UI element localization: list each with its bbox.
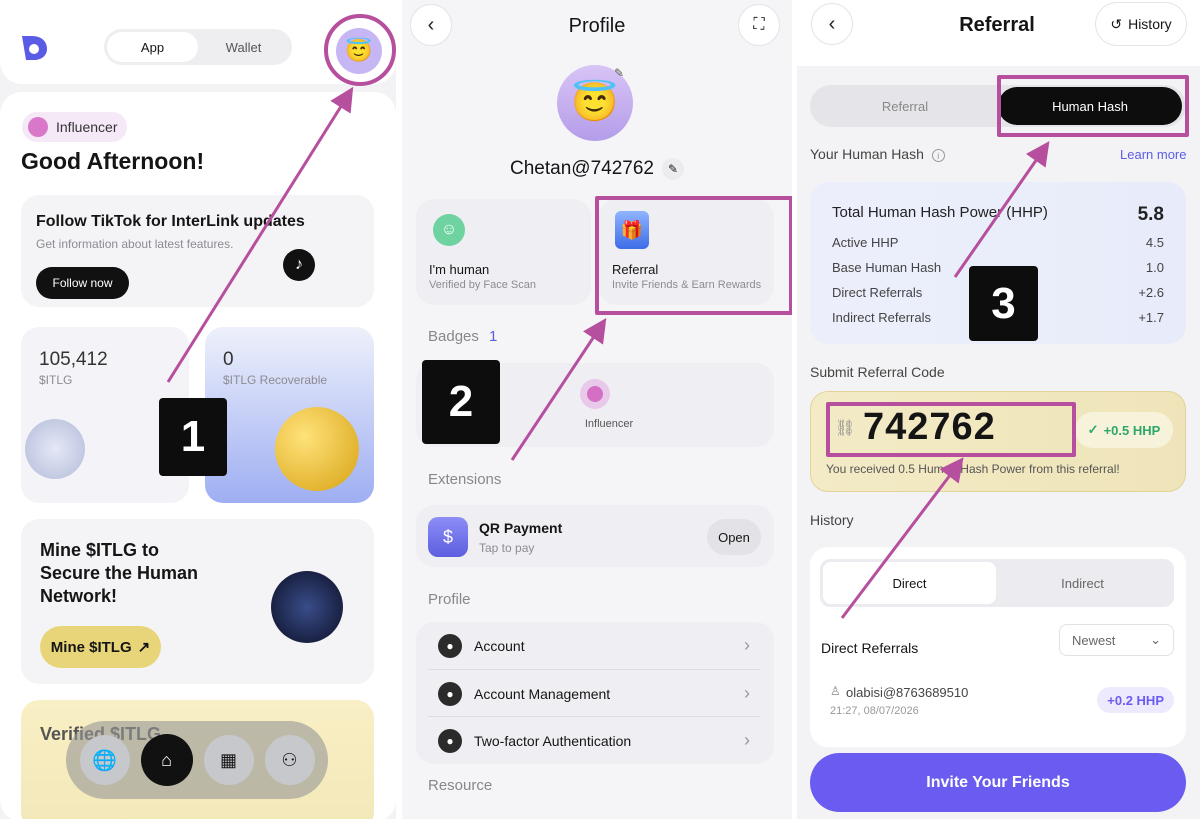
arrow-1 <box>166 86 354 383</box>
arrow-4 <box>840 457 964 619</box>
annotation-arrows <box>166 86 1050 619</box>
arrow-3 <box>953 141 1050 278</box>
arrow-2 <box>510 318 607 461</box>
